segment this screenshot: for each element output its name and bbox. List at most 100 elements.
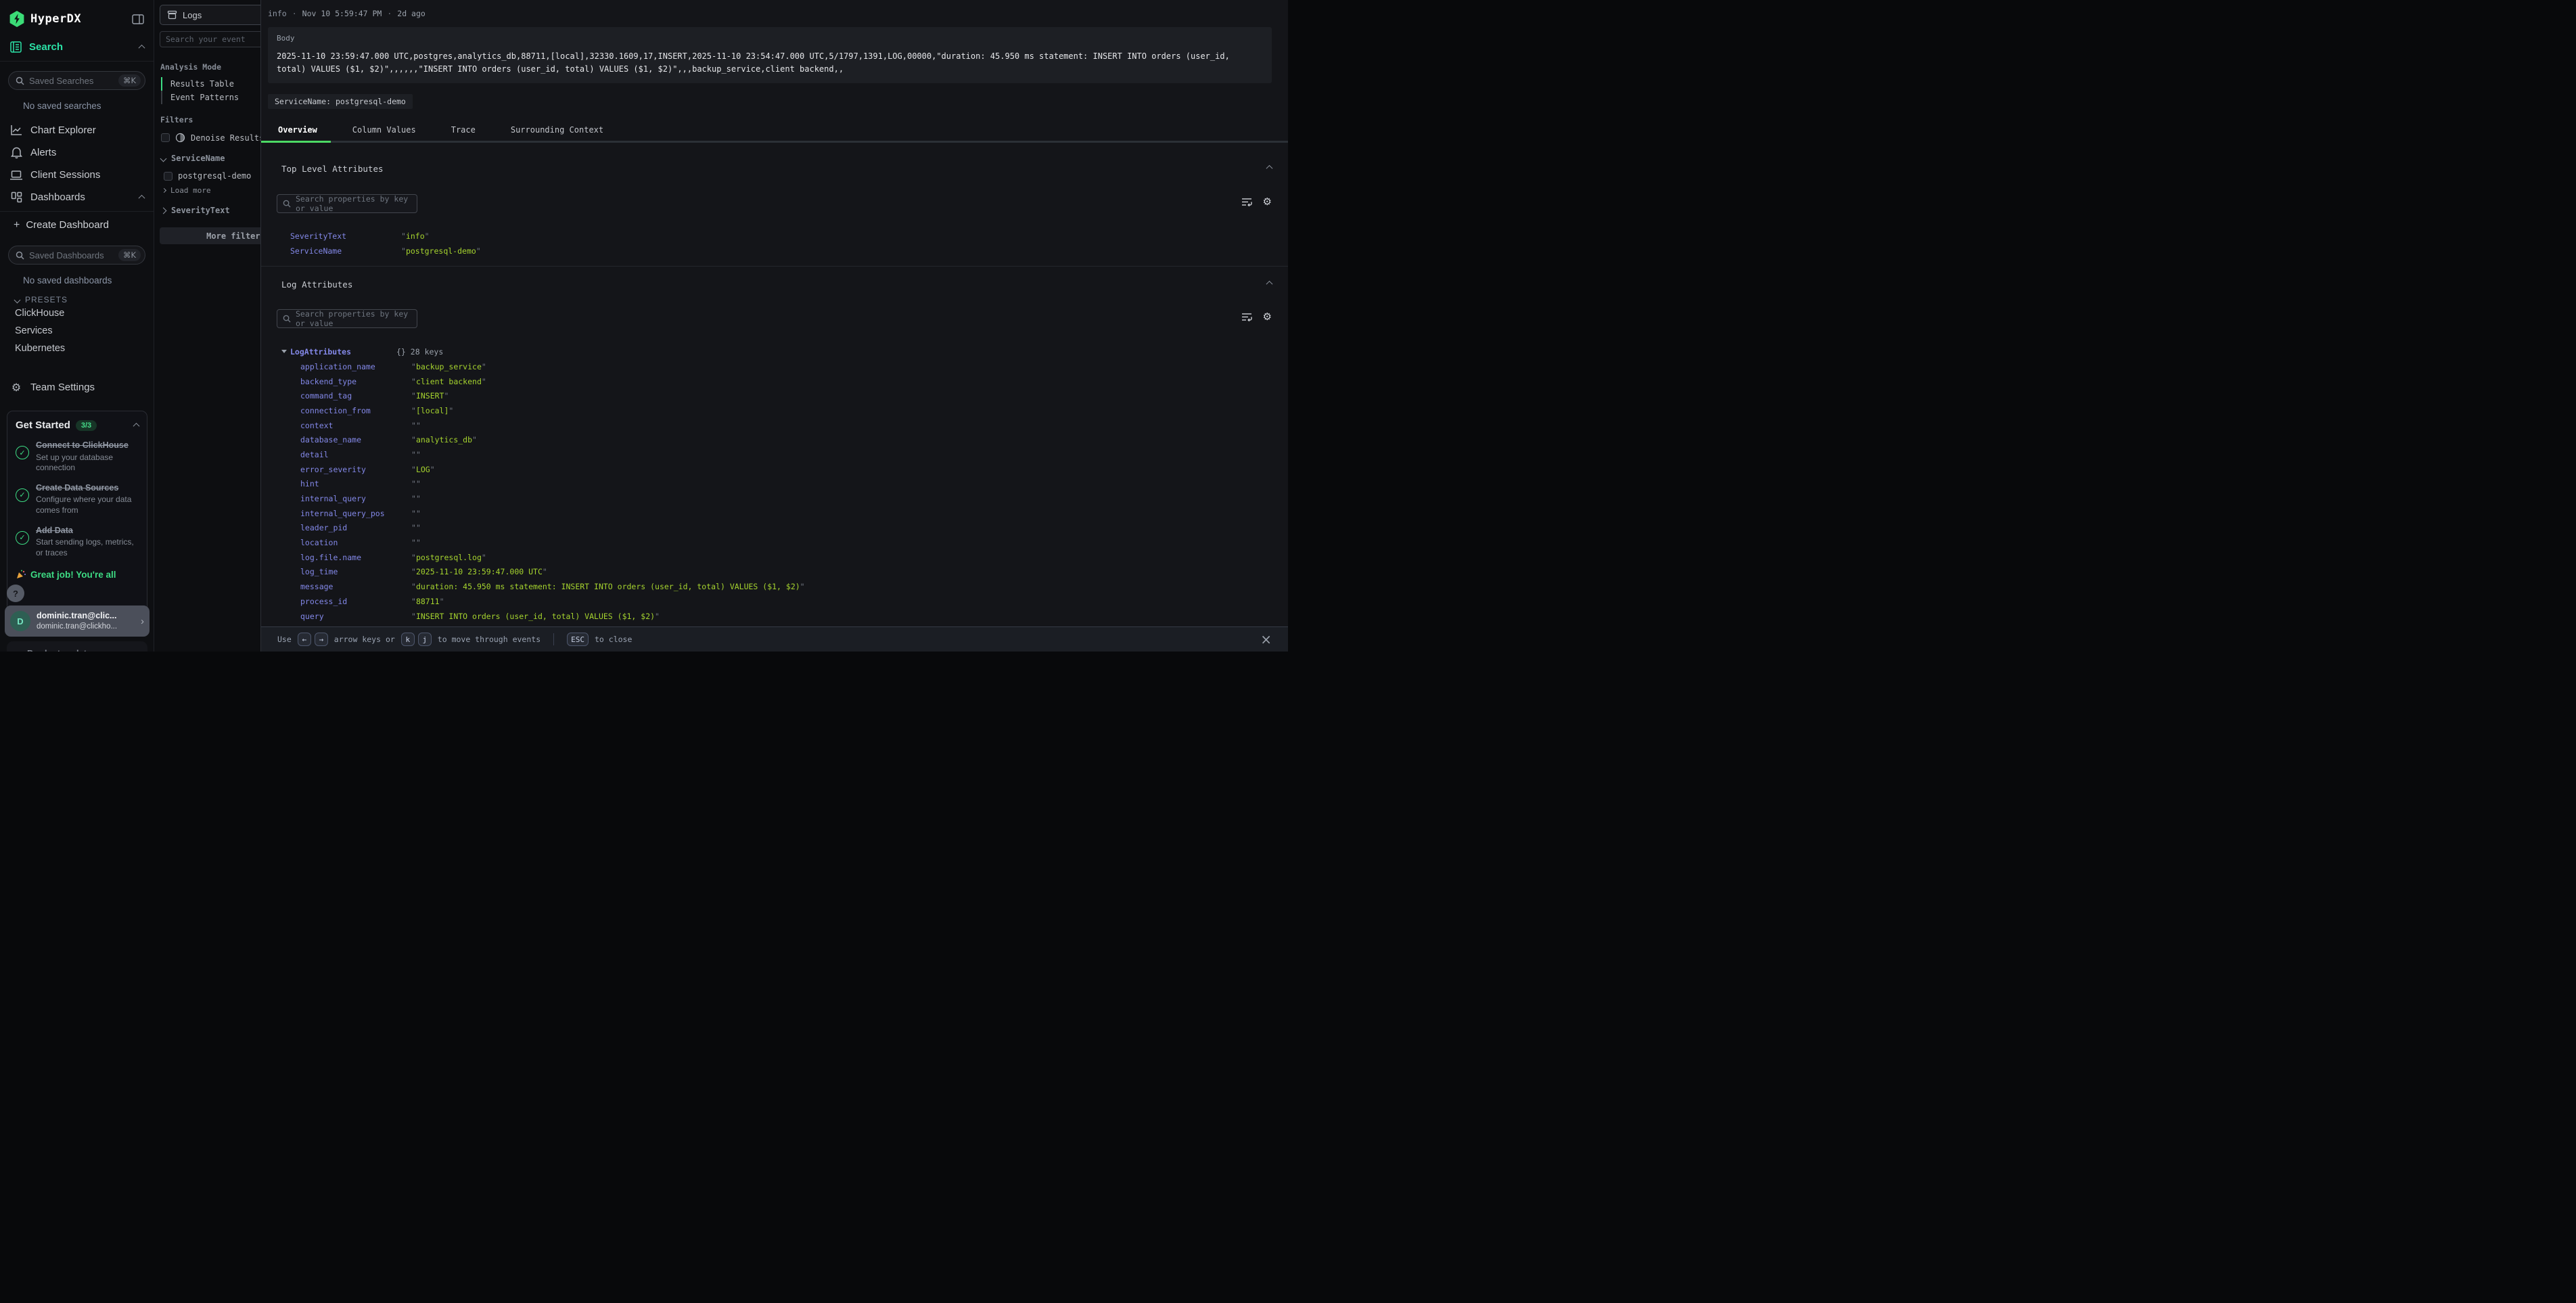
log-attributes-search-placeholder: Search properties by key or value xyxy=(296,309,411,328)
body-text[interactable]: 2025-11-10 23:59:47.000 UTC,postgres,ana… xyxy=(277,50,1263,75)
attribute-key[interactable]: log.file.name xyxy=(300,553,411,562)
wrap-lines-icon[interactable] xyxy=(1241,313,1252,321)
load-more-label: Load more xyxy=(170,186,211,195)
filter-checkbox[interactable] xyxy=(164,172,172,181)
attribute-key[interactable]: context xyxy=(300,421,411,430)
attribute-value[interactable]: "backup_service" xyxy=(411,362,486,371)
preset-kubernetes[interactable]: Kubernetes xyxy=(0,340,154,357)
close-icon[interactable]: × xyxy=(1260,631,1272,647)
gear-icon[interactable]: ⚙ xyxy=(1263,196,1272,208)
brand-title: HyperDX xyxy=(30,12,126,26)
collapse-section-icon[interactable] xyxy=(1266,281,1273,288)
sidebar-item-chart-explorer[interactable]: Chart Explorer xyxy=(0,119,154,141)
attribute-key[interactable]: hint xyxy=(300,479,411,488)
wrap-lines-icon[interactable] xyxy=(1241,198,1252,206)
attribute-value[interactable]: "postgresql.log" xyxy=(411,553,486,562)
attribute-value[interactable]: "postgresql-demo" xyxy=(401,246,481,256)
preset-services[interactable]: Services xyxy=(0,322,154,340)
attribute-value[interactable]: "" xyxy=(411,538,421,547)
presets-toggle[interactable]: PRESETS xyxy=(0,285,154,304)
create-dashboard-button[interactable]: + Create Dashboard xyxy=(0,214,154,236)
attribute-row: location"" xyxy=(300,535,1247,550)
attribute-value[interactable]: "duration: 45.950 ms statement: INSERT I… xyxy=(411,582,805,591)
attribute-key[interactable]: log_time xyxy=(300,567,411,576)
sidebar-item-alerts[interactable]: Alerts xyxy=(0,141,154,164)
attribute-key[interactable]: command_tag xyxy=(300,391,411,401)
sidebar-item-search[interactable]: Search xyxy=(0,35,154,58)
sidebar-item-dashboards[interactable]: Dashboards xyxy=(0,186,154,208)
tab-trace[interactable]: Trace xyxy=(434,125,493,141)
body-label: Body xyxy=(277,34,1263,43)
get-started-task[interactable]: ✓Connect to ClickHouseSet up your databa… xyxy=(16,440,139,474)
attribute-value[interactable]: "" xyxy=(411,421,421,430)
attribute-row: database_name"analytics_db" xyxy=(300,432,1247,447)
plus-icon: + xyxy=(14,219,20,231)
attribute-value[interactable]: "INSERT" xyxy=(411,391,448,401)
sidebar-collapse-icon[interactable] xyxy=(132,14,144,24)
attribute-key[interactable]: detail xyxy=(300,450,411,459)
attribute-key[interactable]: database_name xyxy=(300,435,411,444)
tab-surrounding-context[interactable]: Surrounding Context xyxy=(493,125,621,141)
attribute-key[interactable]: internal_query xyxy=(300,494,411,503)
attribute-row: SeverityText"info" xyxy=(290,229,1237,244)
attribute-row: query"INSERT INTO orders (user_id, total… xyxy=(300,609,1247,624)
footer-text: to move through events xyxy=(438,635,540,644)
attribute-value[interactable]: "LOG" xyxy=(411,465,435,474)
attribute-key[interactable]: leader_pid xyxy=(300,523,411,532)
arrow-key: → xyxy=(315,633,328,646)
check-circle-icon: ✓ xyxy=(16,531,29,545)
attribute-value[interactable]: "" xyxy=(411,450,421,459)
attribute-value[interactable]: "" xyxy=(411,523,421,532)
attribute-key[interactable]: location xyxy=(300,538,411,547)
denoise-checkbox[interactable] xyxy=(161,133,170,142)
attribute-value[interactable]: "88711" xyxy=(411,597,444,606)
attribute-key[interactable]: LogAttributes xyxy=(290,347,396,357)
attribute-key[interactable]: message xyxy=(300,582,411,591)
attribute-key[interactable]: connection_from xyxy=(300,406,411,415)
get-started-task[interactable]: ✓Add DataStart sending logs, metrics, or… xyxy=(16,526,139,559)
service-name-tag[interactable]: ServiceName: postgresql-demo xyxy=(268,94,413,109)
log-attributes-search-input[interactable]: Search properties by key or value xyxy=(277,309,417,328)
product-updates-card[interactable]: Product updates xyxy=(7,641,147,652)
detail-tabs: OverviewColumn ValuesTraceSurrounding Co… xyxy=(261,125,1288,141)
attribute-key[interactable]: application_name xyxy=(300,362,411,371)
get-started-task[interactable]: ✓Create Data SourcesConfigure where your… xyxy=(16,483,139,516)
tab-column-values[interactable]: Column Values xyxy=(335,125,434,141)
chevron-up-icon[interactable] xyxy=(133,423,140,430)
attribute-value[interactable]: "client backend" xyxy=(411,377,486,386)
help-button[interactable]: ? xyxy=(7,585,24,602)
attribute-key[interactable]: error_severity xyxy=(300,465,411,474)
search-icon xyxy=(283,200,291,208)
attribute-value[interactable]: "" xyxy=(411,479,421,488)
attribute-value[interactable]: "analytics_db" xyxy=(411,435,477,444)
attribute-value[interactable]: "INSERT INTO orders (user_id, total) VAL… xyxy=(411,612,660,621)
sidebar-item-client-sessions[interactable]: Client Sessions xyxy=(0,164,154,186)
sidebar-item-team-settings[interactable]: ⚙ Team Settings xyxy=(0,376,154,398)
attribute-key[interactable]: query xyxy=(300,612,411,621)
gear-icon[interactable]: ⚙ xyxy=(1263,311,1272,323)
collapse-section-icon[interactable] xyxy=(1266,165,1273,172)
attribute-key[interactable]: SeverityText xyxy=(290,231,401,241)
attribute-value[interactable]: "[local]" xyxy=(411,406,453,415)
attribute-value[interactable]: "info" xyxy=(401,231,430,241)
attribute-row: error_severity"LOG" xyxy=(300,462,1247,477)
saved-dashboards-input[interactable]: Saved Dashboards ⌘K xyxy=(8,246,145,265)
get-started-done-text: Great job! You're all xyxy=(30,570,116,580)
preset-clickhouse[interactable]: ClickHouse xyxy=(0,304,154,322)
tab-overview[interactable]: Overview xyxy=(261,125,335,141)
attribute-key[interactable]: process_id xyxy=(300,597,411,606)
user-menu[interactable]: D dominic.tran@clic... dominic.tran@clic… xyxy=(5,605,150,637)
saved-searches-input[interactable]: Saved Searches ⌘K xyxy=(8,71,145,90)
get-started-title: Get Started xyxy=(16,419,70,431)
top-level-search-input[interactable]: Search properties by key or value xyxy=(277,194,417,213)
shortcut-badge: ⌘K xyxy=(118,74,141,87)
attribute-row: process_id"88711" xyxy=(300,594,1247,609)
attribute-key[interactable]: backend_type xyxy=(300,377,411,386)
collapse-triangle-icon[interactable] xyxy=(281,350,287,353)
attribute-value[interactable]: "" xyxy=(411,509,421,518)
team-settings-label: Team Settings xyxy=(30,382,144,393)
attribute-key[interactable]: ServiceName xyxy=(290,246,401,256)
attribute-value[interactable]: "2025-11-10 23:59:47.000 UTC" xyxy=(411,567,547,576)
attribute-value[interactable]: "" xyxy=(411,494,421,503)
attribute-key[interactable]: internal_query_pos xyxy=(300,509,411,518)
